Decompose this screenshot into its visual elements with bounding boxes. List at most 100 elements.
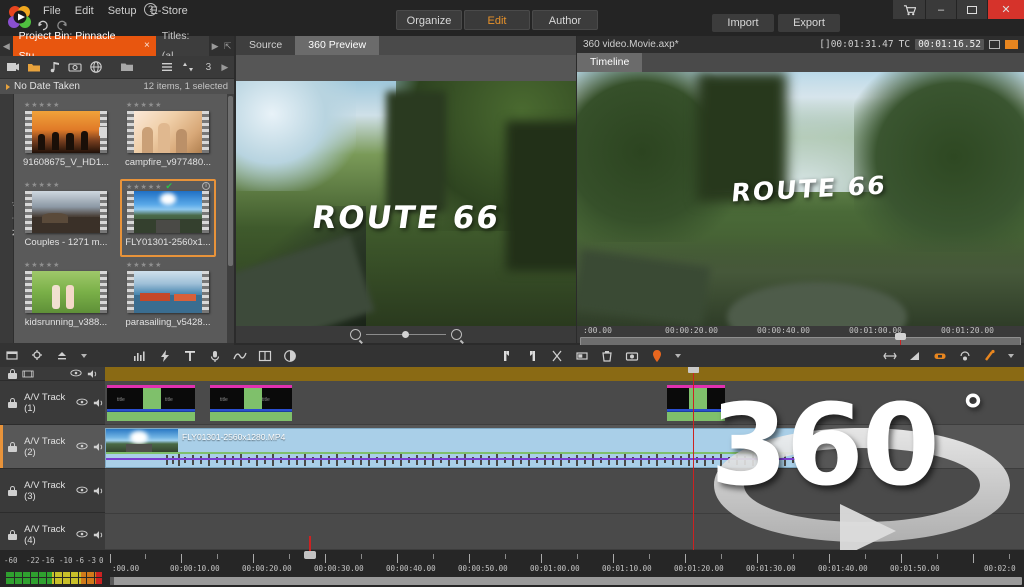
magnet-icon[interactable] [983, 349, 997, 363]
eye-icon[interactable] [76, 442, 88, 450]
lock-icon[interactable] [8, 368, 17, 379]
marker-icon[interactable] [650, 349, 664, 363]
shopping-cart-icon[interactable] [893, 0, 925, 19]
timeline-ruler[interactable]: :00.00 00:00:10.00 00:00:20.00 00:00:30.… [108, 536, 1024, 587]
close-icon[interactable]: × [144, 36, 150, 56]
lock-icon[interactable] [8, 529, 17, 540]
storyboard-icon[interactable] [258, 349, 272, 363]
color-icon[interactable] [283, 349, 297, 363]
eye-icon[interactable] [76, 486, 88, 494]
timeline-video-canvas[interactable]: ROUTE 66 [577, 72, 1024, 326]
close-button[interactable]: ✕ [988, 0, 1024, 19]
expand-triangle-icon[interactable] [6, 83, 10, 90]
snapshot-icon[interactable] [625, 349, 639, 363]
mark-out-icon[interactable] [525, 349, 539, 363]
tab-scroll-right-icon[interactable]: ▶ [209, 36, 222, 56]
list-view-icon[interactable] [157, 57, 178, 77]
tab-source[interactable]: Source [236, 36, 296, 55]
track-header-3[interactable]: A/V Track (3) [0, 469, 105, 513]
speed-icon[interactable] [908, 349, 922, 363]
title-clip-1[interactable]: title title [107, 385, 195, 421]
rating-stars[interactable]: ★★★★★ [20, 101, 112, 110]
title-clip-3[interactable] [667, 385, 725, 421]
speaker-icon[interactable] [93, 442, 105, 452]
globe-icon[interactable] [86, 57, 107, 77]
undock-panel-icon[interactable]: ⇱ [221, 36, 234, 56]
marker-chevron-down-icon[interactable] [674, 354, 681, 358]
master-track-band[interactable] [105, 367, 1024, 381]
menu-edit[interactable]: Edit [68, 2, 101, 20]
tab-author[interactable]: Author [532, 10, 598, 30]
effects-icon[interactable] [158, 349, 172, 363]
timeline-clip-main[interactable]: FLY01301-2560x1280.MP4 [105, 428, 810, 468]
source-zoom-slider[interactable] [366, 331, 446, 338]
track-lane-4[interactable] [105, 514, 1024, 550]
bin-toolbar-more-icon[interactable]: ▶ [219, 57, 231, 77]
menu-setup[interactable]: Setup [101, 2, 144, 20]
tab-edit[interactable]: Edit [464, 10, 530, 30]
add-media-icon[interactable] [3, 57, 24, 77]
trim-icon[interactable] [883, 349, 897, 363]
delete-icon[interactable] [600, 349, 614, 363]
eye-icon[interactable] [76, 398, 88, 406]
menu-file[interactable]: File [36, 2, 68, 20]
zoom-in-icon[interactable] [451, 329, 462, 340]
track-lane-2[interactable]: FLY01301-2560x1280.MP4 [105, 425, 1024, 469]
track-header-1[interactable]: A/V Track (1) [0, 381, 105, 425]
minimize-button[interactable]: – [926, 0, 956, 19]
rating-stars[interactable]: ★★★★★ ✔ [122, 181, 214, 191]
lock-icon[interactable] [8, 485, 17, 496]
tab-titles[interactable]: Titles: (al [155, 30, 209, 62]
lock-icon[interactable] [8, 441, 17, 452]
rating-stars[interactable]: ★★★★★ [122, 101, 214, 110]
magnet-chevron-down-icon[interactable] [1008, 354, 1014, 358]
detach-audio-icon[interactable] [958, 349, 972, 363]
track-header-master[interactable] [0, 367, 105, 381]
tc-value[interactable]: 00:01:16.52 [915, 39, 984, 50]
speaker-icon[interactable] [93, 530, 105, 540]
source-video-canvas[interactable]: ROUTE 66 [236, 81, 576, 326]
gear-icon[interactable] [31, 349, 45, 363]
bin-item-1[interactable]: ★★★★★ campfire_v977480... [120, 99, 216, 177]
navigation-rail[interactable]: Navigation [0, 94, 22, 343]
track-lane-1[interactable]: title title title title [105, 381, 1024, 425]
eye-icon[interactable] [76, 530, 88, 538]
tab-360-preview[interactable]: 360 Preview [295, 36, 380, 55]
speaker-icon[interactable] [93, 486, 105, 496]
bin-scrollbar[interactable] [227, 94, 234, 343]
rating-stars[interactable]: ★★★★★ [20, 181, 112, 190]
bin-item-2[interactable]: ★★★★★ Couples - 1271 m... [18, 179, 114, 257]
bin-item-3-selected[interactable]: ★★★★★ ✔ i FLY01301-2560x1... [120, 179, 216, 257]
speaker-icon[interactable] [87, 369, 99, 379]
timeline-tracks-canvas[interactable]: title title title title FLY01301-2560x12… [105, 367, 1024, 550]
folder-open-icon[interactable] [24, 57, 45, 77]
rating-stars[interactable]: ★★★★★ [20, 261, 112, 270]
speaker-icon[interactable] [93, 398, 105, 408]
clipboard-icon[interactable] [575, 349, 589, 363]
maximize-button[interactable] [957, 0, 987, 19]
filmstrip-icon[interactable] [22, 370, 34, 378]
zoom-out-icon[interactable] [350, 329, 361, 340]
track-height-chevron-down-icon[interactable] [81, 354, 87, 358]
lock-icon[interactable] [8, 397, 17, 408]
import-button[interactable]: Import [712, 14, 774, 32]
timeline-playhead[interactable] [688, 367, 699, 550]
tab-scroll-left-icon[interactable]: ◀ [0, 36, 13, 56]
tab-timeline[interactable]: Timeline [577, 53, 643, 72]
track-header-2[interactable]: A/V Track (2) [0, 425, 105, 469]
folder-icon[interactable] [116, 57, 137, 77]
sort-icon[interactable] [177, 57, 198, 77]
rating-stars[interactable]: ★★★★★ [122, 261, 214, 270]
title-clip-2[interactable]: title title [210, 385, 292, 421]
help-icon[interactable]: ? [144, 3, 157, 16]
title-icon[interactable] [183, 349, 197, 363]
export-button[interactable]: Export [778, 14, 840, 32]
timeline-horizontal-scrollbar[interactable] [110, 577, 1022, 585]
info-icon[interactable]: i [202, 182, 210, 190]
mark-in-icon[interactable] [500, 349, 514, 363]
ruler-playhead[interactable] [304, 536, 316, 564]
audio-mixer-icon[interactable] [133, 349, 147, 363]
dual-view-icon[interactable] [1005, 40, 1018, 49]
bin-item-5[interactable]: ★★★★★ parasailing_v5428... [120, 259, 216, 337]
tab-project-bin[interactable]: Project Bin: Pinnacle Stu... × [12, 30, 156, 62]
